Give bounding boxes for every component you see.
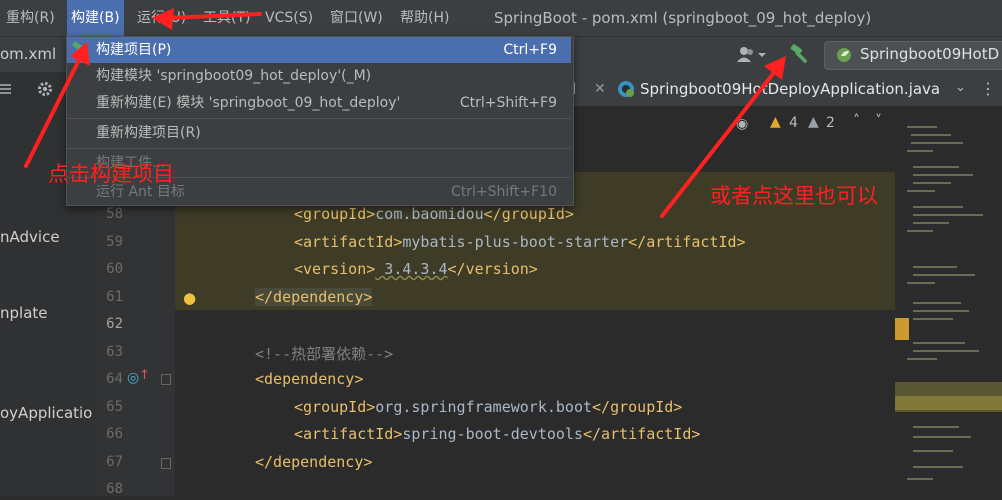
annotation-arrows [24, 8, 786, 218]
